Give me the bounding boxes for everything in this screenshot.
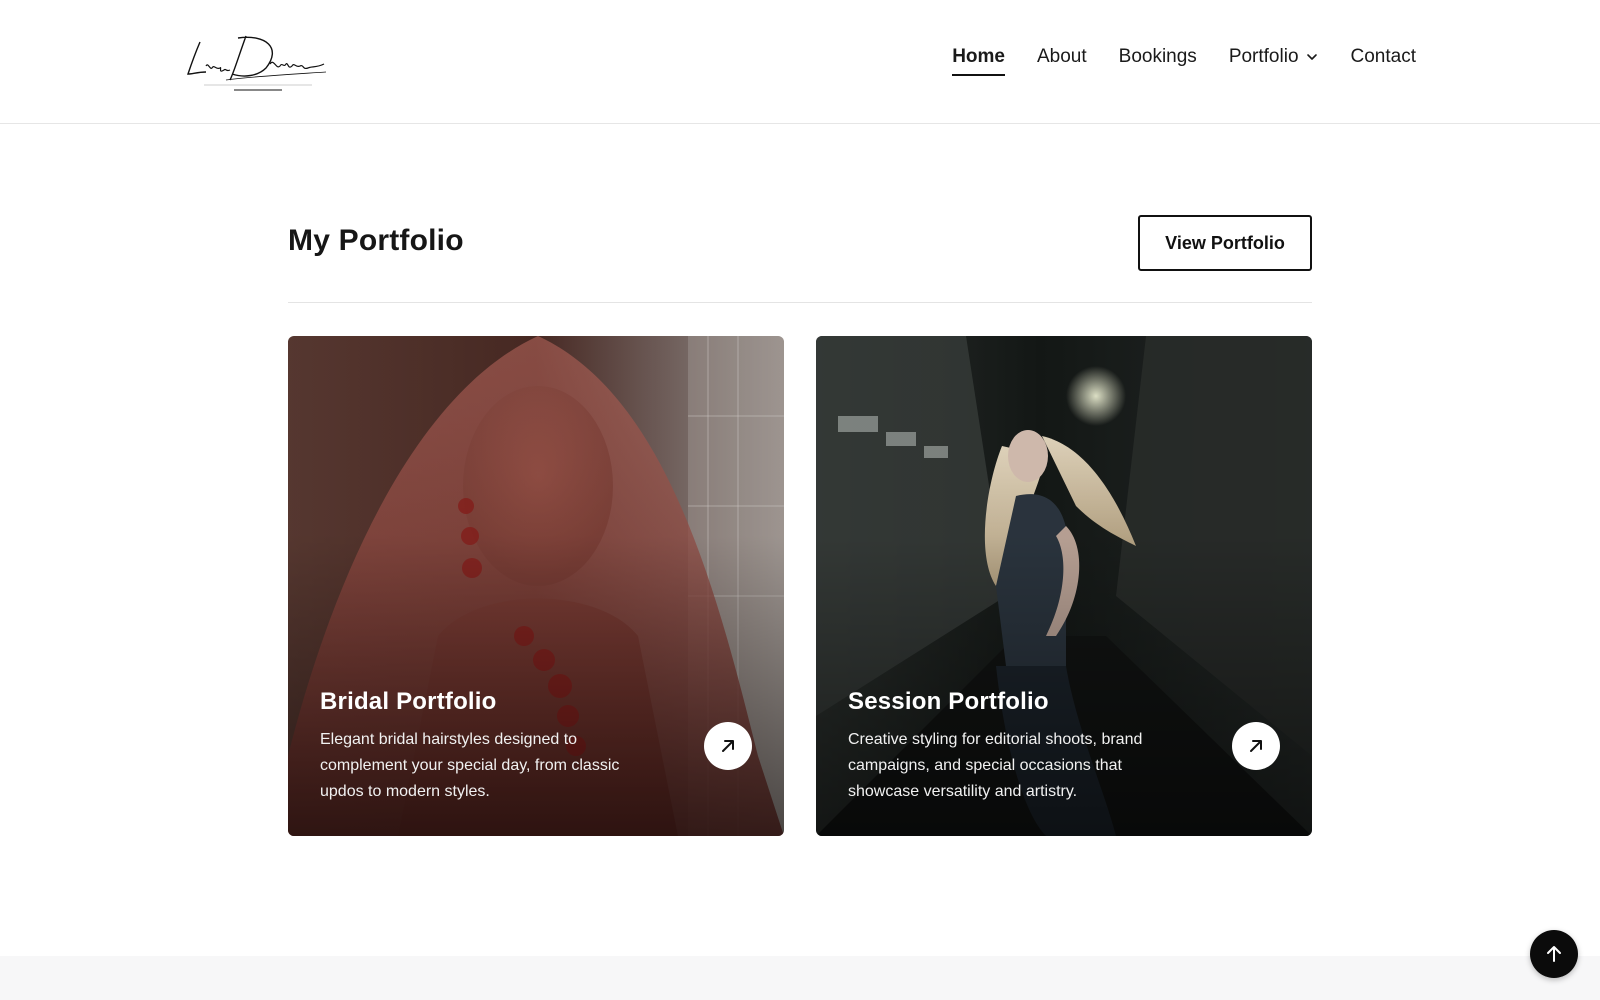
nav-portfolio-label: Portfolio <box>1228 46 1299 67</box>
card-title: Bridal Portfolio <box>320 688 497 715</box>
section-title: My Portfolio <box>288 224 464 257</box>
card-link-button[interactable] <box>704 722 752 770</box>
nav-about-label: About <box>1036 46 1087 67</box>
card-description: Creative styling for editorial shoots, b… <box>848 731 1143 800</box>
site-header: Home About Bookings Portfolio Contact <box>0 0 1600 124</box>
arrow-up-right-icon <box>722 740 734 752</box>
nav-home[interactable]: Home <box>952 46 1005 76</box>
nav-contact[interactable]: Contact <box>1351 46 1416 72</box>
portfolio-card-session[interactable]: Session Portfolio Creative styling for e… <box>816 336 1312 836</box>
site-logo[interactable] <box>186 28 332 98</box>
nav-bookings[interactable]: Bookings <box>1119 46 1197 72</box>
card-title: Session Portfolio <box>848 688 1049 715</box>
nav-bookings-label: Bookings <box>1118 46 1197 67</box>
nav-home-label: Home <box>952 46 1005 67</box>
lizz-davies-signature-logo-icon <box>187 35 327 91</box>
nav-portfolio[interactable]: Portfolio <box>1229 46 1319 72</box>
arrow-up-right-icon <box>1250 740 1262 752</box>
card-link-button[interactable] <box>1232 722 1280 770</box>
nav-contact-label: Contact <box>1350 46 1416 67</box>
footer-strip <box>0 956 1600 1000</box>
section-divider <box>288 302 1312 303</box>
chevron-down-icon <box>1306 54 1317 60</box>
nav-about[interactable]: About <box>1037 46 1087 72</box>
portfolio-card-bridal[interactable]: Bridal Portfolio Elegant bridal hairstyl… <box>288 336 784 836</box>
arrow-up-icon <box>1547 946 1561 962</box>
view-portfolio-button[interactable]: View Portfolio <box>1138 215 1312 271</box>
card-description: Elegant bridal hairstyles designed to co… <box>320 731 620 800</box>
main-nav: Home About Bookings Portfolio Contact <box>952 46 1416 76</box>
back-to-top-button[interactable] <box>1530 930 1578 978</box>
